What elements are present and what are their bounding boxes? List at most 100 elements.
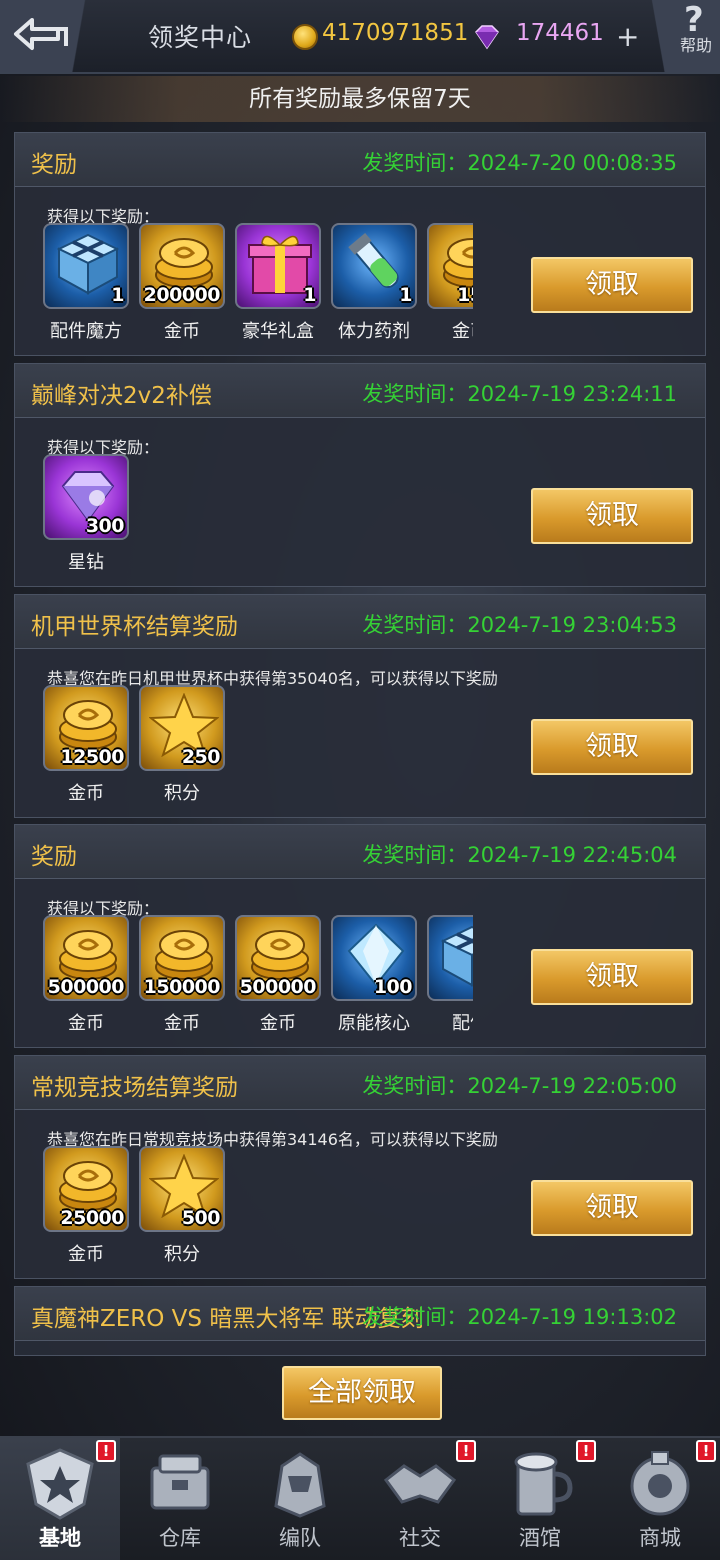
nav-item-base[interactable]: 基地! — [0, 1438, 120, 1560]
item-quantity: 500000 — [47, 976, 125, 998]
stamina-potion-icon: 1 — [331, 223, 417, 309]
coin-balance: 4170971851 — [322, 20, 469, 46]
reward-item[interactable]: 500000 金币 — [235, 915, 321, 1041]
item-quantity: 1500 — [457, 284, 473, 306]
reward-panel: 奖励 发奖时间：2024-7-20 00:08:35 获得以下奖励： 1 配件魔方 200… — [14, 132, 706, 356]
item-name: 金币 — [164, 321, 200, 342]
item-quantity: 25000 — [60, 1207, 124, 1229]
reward-panel: 常规竞技场结算奖励 发奖时间：2024-7-19 22:05:00 恭喜您在昨日常规… — [14, 1055, 706, 1279]
reward-title: 巅峰对决2v2补偿 — [31, 383, 212, 409]
item-name: 金币 — [260, 1013, 296, 1034]
item-quantity: 500 — [181, 1207, 221, 1229]
reward-item[interactable]: 12500 金币 — [43, 685, 129, 811]
reward-panel-header: 巅峰对决2v2补偿 发奖时间：2024-7-19 23:24:11 — [15, 364, 705, 418]
reward-items: 500000 金币 150000 金币 500000 金币 100 原能核心 配件 — [43, 915, 473, 1041]
reward-item[interactable]: 1 配件魔方 — [43, 223, 129, 349]
gift-box-icon: 1 — [235, 223, 321, 309]
reward-time: 发奖时间：2024-7-19 19:13:02 — [362, 1305, 677, 1329]
reward-items: 25000 金币 500 积分 — [43, 1146, 473, 1272]
item-quantity: 500000 — [239, 976, 317, 998]
item-name: 积分 — [164, 1244, 200, 1265]
claim-button[interactable]: 领取 — [531, 719, 693, 775]
gold-coin-icon: 1500 — [427, 223, 473, 309]
reward-panel-header: 真魔神ZERO VS 暗黑大将军 联动复刻 发奖时间：2024-7-19 19:1… — [15, 1287, 705, 1341]
nav-item-warehouse[interactable]: 仓库 — [120, 1438, 240, 1560]
notification-badge: ! — [576, 1440, 596, 1462]
nav-item-shop[interactable]: 商城! — [600, 1438, 720, 1560]
claim-button[interactable]: 领取 — [531, 488, 693, 544]
reward-item[interactable]: 500 积分 — [139, 1146, 225, 1272]
item-name: 星钻 — [68, 552, 104, 573]
gold-coin-icon: 500000 — [43, 915, 129, 1001]
reward-panel: 奖励 发奖时间：2024-7-19 22:45:04 获得以下奖励： 500000 金币… — [14, 824, 706, 1048]
reward-item[interactable]: 1500 金币 — [427, 223, 473, 349]
reward-item[interactable]: 配件 — [427, 915, 473, 1041]
nav-label: 社交 — [399, 1526, 441, 1550]
claim-button[interactable]: 领取 — [531, 949, 693, 1005]
gold-coin-icon — [292, 24, 318, 50]
reward-item[interactable]: 200000 金币 — [139, 223, 225, 349]
item-quantity: 250 — [181, 746, 221, 768]
reward-item[interactable]: 100 原能核心 — [331, 915, 417, 1041]
reward-panel-header: 奖励 发奖时间：2024-7-19 22:45:04 — [15, 825, 705, 879]
item-quantity: 1 — [303, 284, 316, 306]
reward-panel: 机甲世界杯结算奖励 发奖时间：2024-7-19 23:04:53 恭喜您在昨日机甲… — [14, 594, 706, 818]
item-name: 配件 — [452, 1013, 473, 1034]
reward-title: 奖励 — [31, 844, 77, 870]
item-name: 金币 — [68, 1244, 104, 1265]
notification-badge: ! — [96, 1440, 116, 1462]
reward-panel-header: 奖励 发奖时间：2024-7-20 00:08:35 — [15, 133, 705, 187]
reward-item[interactable]: 25000 金币 — [43, 1146, 129, 1272]
item-quantity: 1 — [111, 284, 124, 306]
gold-coin-icon: 25000 — [43, 1146, 129, 1232]
item-name: 配件魔方 — [50, 321, 122, 342]
claim-button[interactable]: 领取 — [531, 1180, 693, 1236]
nav-label: 酒馆 — [519, 1526, 561, 1550]
reward-item[interactable]: 500000 金币 — [43, 915, 129, 1041]
reward-item[interactable]: 150000 金币 — [139, 915, 225, 1041]
bottom-nav: 基地! 仓库 编队 社交! 酒馆! 商城! — [0, 1436, 720, 1560]
item-quantity: 1 — [399, 284, 412, 306]
gold-coin-icon: 12500 — [43, 685, 129, 771]
reward-items: 12500 金币 250 积分 — [43, 685, 473, 811]
reward-item[interactable]: 250 积分 — [139, 685, 225, 811]
item-quantity: 100 — [373, 976, 413, 998]
item-quantity: 12500 — [60, 746, 124, 768]
item-name: 原能核心 — [338, 1013, 410, 1034]
reward-item[interactable]: 1 豪华礼盒 — [235, 223, 321, 349]
reward-item[interactable]: 1 体力药剂 — [331, 223, 417, 349]
notification-badge: ! — [696, 1440, 716, 1462]
nav-item-social[interactable]: 社交! — [360, 1438, 480, 1560]
add-currency-button[interactable]: + — [616, 20, 639, 53]
star-points-icon: 500 — [139, 1146, 225, 1232]
item-name: 豪华礼盒 — [242, 321, 314, 342]
claim-button[interactable]: 领取 — [531, 257, 693, 313]
reward-title: 常规竞技场结算奖励 — [31, 1075, 238, 1101]
claim-all-button[interactable]: 全部领取 — [282, 1366, 442, 1420]
reward-item[interactable]: 300 星钻 — [43, 454, 129, 580]
item-name: 积分 — [164, 783, 200, 804]
notification-badge: ! — [456, 1440, 476, 1462]
item-name: 金币 — [68, 1013, 104, 1034]
reward-panel-header: 常规竞技场结算奖励 发奖时间：2024-7-19 22:05:00 — [15, 1056, 705, 1110]
back-button[interactable] — [0, 0, 108, 72]
diamond-balance: 174461 — [516, 20, 604, 46]
item-name: 金币 — [452, 321, 473, 342]
item-quantity: 150000 — [143, 976, 221, 998]
gold-coin-icon: 200000 — [139, 223, 225, 309]
reward-time: 发奖时间：2024-7-19 23:24:11 — [362, 382, 677, 406]
top-bar: 领奖中心 4170971851 174461 + ? 帮助 — [0, 0, 720, 74]
item-name: 金币 — [164, 1013, 200, 1034]
help-button[interactable]: ? 帮助 — [640, 0, 720, 72]
nav-item-formation[interactable]: 编队 — [240, 1438, 360, 1560]
nav-item-tavern[interactable]: 酒馆! — [480, 1438, 600, 1560]
nav-label: 编队 — [279, 1526, 321, 1550]
star-diamond-icon: 300 — [43, 454, 129, 540]
nav-label: 商城 — [639, 1526, 681, 1550]
nav-label: 仓库 — [159, 1526, 201, 1550]
page-title: 领奖中心 — [148, 23, 253, 52]
parts-cube-icon: 1 — [43, 223, 129, 309]
nav-label: 基地 — [39, 1526, 81, 1550]
item-name: 体力药剂 — [338, 321, 410, 342]
reward-title: 机甲世界杯结算奖励 — [31, 614, 238, 640]
